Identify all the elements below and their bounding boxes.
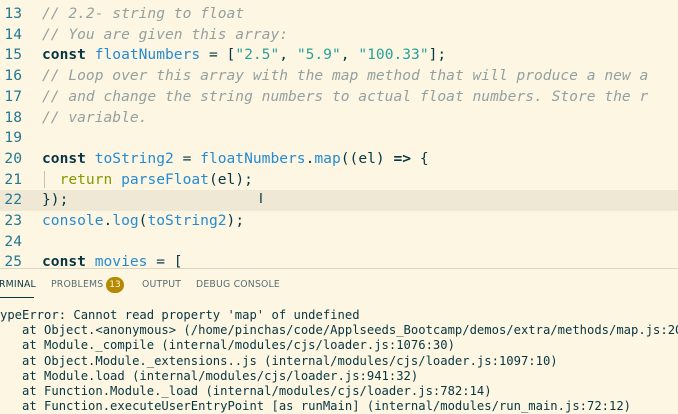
code-editor[interactable]: 13 // 2.2- string to float 14 // You are gi…	[0, 0, 678, 268]
code-token: {	[411, 149, 429, 167]
terminal-line: at Module._compile (internal/modules/cjs…	[0, 338, 455, 353]
code-line[interactable]: 24	[0, 232, 678, 253]
code-line[interactable]: 22});	[0, 190, 678, 211]
tab-problems[interactable]: PROBLEMS	[51, 279, 103, 290]
line-code: const floatNumbers = ["2.5", "5.9", "100…	[42, 45, 446, 66]
code-token: .	[103, 212, 113, 229]
code-token: toString2	[147, 212, 227, 229]
code-line[interactable]: 20 const toString2 = floatNumbers.map((el…	[0, 149, 678, 170]
line-number: 19	[4, 129, 22, 147]
code-token: return	[59, 170, 122, 188]
code-line[interactable]: 13 // 2.2- string to float	[0, 4, 678, 25]
code-token: (el);	[208, 170, 253, 188]
code-token: =>	[393, 149, 412, 167]
line-code: // and change the string numbers to actu…	[42, 87, 648, 108]
code-line[interactable]: 21 return parseFloat(el);	[0, 170, 678, 191]
active-tab-indicator	[0, 297, 34, 298]
code-token: // 2.2- string to float	[42, 5, 245, 22]
tab-debug-console[interactable]: DEBUG CONSOLE	[196, 279, 280, 290]
line-number: 20	[4, 149, 22, 167]
line-code: const movies = [	[42, 252, 183, 268]
panel-tabs: RMINAL PROBLEMS 13 OUTPUT DEBUG CONSOLE	[0, 269, 678, 300]
terminal-line: at Object.Module._extensions..js (intern…	[0, 353, 558, 368]
code-line[interactable]: 25 const movies = [	[0, 252, 678, 268]
line-number: 13	[4, 5, 22, 22]
code-line[interactable]: 18 // variable.	[0, 108, 678, 129]
line-number: 25	[4, 253, 22, 268]
indent-guide	[44, 171, 45, 188]
code-token: );	[226, 212, 245, 229]
code-line[interactable]: 16 // Loop over this array with the map m…	[0, 66, 678, 87]
code-token: // and change the string numbers to actu…	[42, 87, 649, 105]
code-token: // You are given this array:	[42, 25, 289, 43]
tab-terminal[interactable]: RMINAL	[0, 279, 36, 290]
code-token: parseFloat	[121, 170, 209, 188]
code-line[interactable]: 23 console.log(toString2);	[0, 211, 678, 232]
code-token: const	[42, 46, 95, 64]
code-token: ,	[340, 46, 359, 64]
code-token: // Loop over this array with the map met…	[42, 67, 649, 85]
code-token: });	[42, 191, 69, 209]
terminal-line: at Function.executeUserEntryPoint [as ru…	[0, 399, 632, 414]
code-token: = [	[147, 253, 183, 268]
code-token: ,	[279, 46, 297, 64]
line-code: // Loop over this array with the map met…	[42, 66, 648, 87]
code-token: =	[173, 149, 201, 167]
code-line[interactable]: 17 // and change the string numbers to ac…	[0, 87, 678, 108]
problems-count-badge: 13	[106, 277, 124, 293]
code-token: floatNumbers	[94, 46, 201, 64]
code-token: toString2	[94, 149, 174, 167]
terminal-line: at Object.<anonymous> (/home/pinchas/cod…	[0, 323, 678, 338]
code-token: const	[42, 253, 95, 268]
code-token: floatNumbers	[200, 149, 306, 167]
line-code: });	[42, 190, 68, 211]
line-code: // variable.	[42, 108, 147, 129]
line-number: 23	[4, 212, 22, 229]
bottom-panel: RMINAL PROBLEMS 13 OUTPUT DEBUG CONSOLE …	[0, 268, 678, 413]
code-token: const	[42, 149, 95, 167]
code-line[interactable]: 19	[0, 128, 678, 149]
terminal-line: at Function.Module._load (internal/modul…	[0, 384, 492, 398]
line-code: // 2.2- string to float	[42, 4, 244, 25]
code-token: log	[112, 212, 139, 229]
code-token: "100.33"	[358, 46, 429, 64]
line-number: 21	[4, 170, 22, 188]
line-number: 14	[4, 25, 22, 43]
line-code: console.log(toString2);	[42, 211, 244, 232]
code-line[interactable]: 15 const floatNumbers = ["2.5", "5.9", "1…	[0, 45, 678, 66]
code-token: console	[42, 212, 104, 229]
line-number: 17	[4, 87, 22, 105]
line-number: 22	[4, 191, 22, 209]
line-number: 16	[4, 67, 22, 85]
code-line[interactable]: 14 // You are given this array:	[0, 25, 678, 46]
line-number: 18	[4, 108, 22, 126]
code-token: map	[314, 149, 341, 167]
line-code: return parseFloat(el);	[42, 170, 253, 191]
tab-output[interactable]: OUTPUT	[142, 279, 181, 290]
terminal-line: at Module.load (internal/modules/cjs/loa…	[0, 368, 419, 383]
code-token: "5.9"	[296, 46, 341, 64]
code-token: ((el)	[340, 149, 394, 167]
code-token: // variable.	[42, 108, 148, 126]
line-code: // You are given this array:	[42, 25, 288, 46]
code-token: "2.5"	[235, 46, 280, 64]
terminal-line: ypeError: Cannot read property 'map' of …	[0, 308, 360, 322]
line-number: 15	[4, 46, 22, 64]
line-number: 24	[4, 232, 22, 250]
code-token: ];	[428, 46, 447, 64]
code-token: = [	[200, 46, 236, 64]
code-token: movies	[94, 253, 148, 268]
text-cursor-icon: I	[259, 192, 263, 207]
line-code: const toString2 = floatNumbers.map((el) …	[42, 149, 429, 170]
